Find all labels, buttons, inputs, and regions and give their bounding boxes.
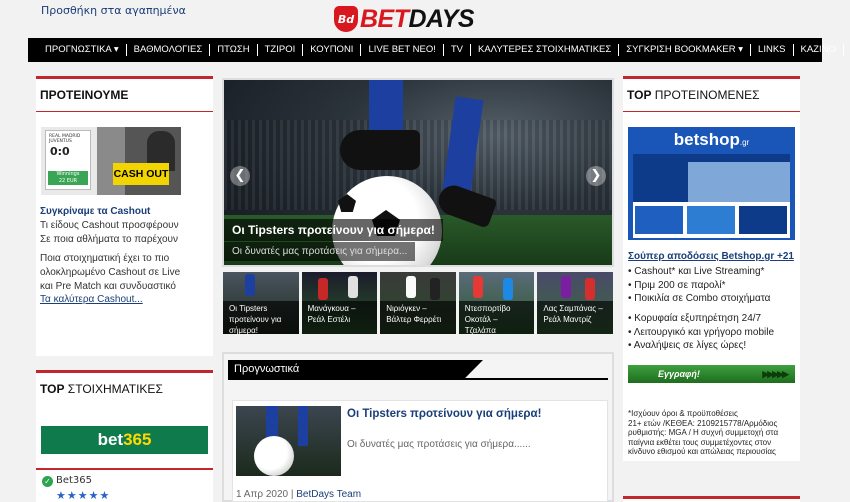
arrows-icon: ▶▶▶▶▶ [762,369,789,379]
logo-text: BETDAYS [360,4,475,33]
top-recommended-panel: TOP ΠΡΟΤΕΙΝΟΜΕΝΕΣ betshop.gr Σούπερ αποδ… [623,76,800,461]
add-to-favorites-link[interactable]: Προσθήκη στα αγαπημένα [41,4,186,17]
slider-thumb[interactable]: Νιριόγκεν – Βάλτερ Φερρέτι [380,272,456,334]
cashout-label: CASH OUT [113,163,169,185]
nav-standings[interactable]: ΒΑΘΜΟΛΟΓΙΕΣ [127,44,211,56]
article-excerpt: Οι δυνατές μας προτάσεις για σήμερα.....… [347,439,531,450]
feature-list-1: • Cashout* και Live Streaming* • Πριμ 20… [628,266,771,304]
slider-thumb[interactable]: Ντεσπορτίβο Οκοτάλ – Τζαλάπα [458,272,535,334]
betshop-logo: betshop.gr [673,130,750,149]
top-recommended-title: TOP ΠΡΟΤΕΙΝΟΜΕΝΕΣ [623,79,800,112]
betshop-banner[interactable]: betshop.gr [628,127,795,240]
cashout-compare-link[interactable]: Συγκρίναμε τα Cashout [40,206,150,217]
slider-thumbnails: Οι Tipsters προτείνουν για σήμερα! Μανάγ… [223,272,613,334]
next-panel-edge [623,496,800,502]
slider-thumb[interactable]: Οι Tipsters προτείνουν για σήμερα! [223,272,299,334]
featured-line: ολοκληρωμένο Cashout σε Live [40,267,181,278]
nav-casino[interactable]: ΚΑΖΙΝΟ [794,44,844,56]
slider-prev-arrow-icon[interactable]: ❮ [230,166,250,186]
nav-coupon[interactable]: ΚΟΥΠΟΝΙ [303,44,362,56]
slider-title[interactable]: Οι Tipsters προτείνουν για σήμερα! [224,219,443,241]
heading-underline [228,378,608,380]
nav-predictions[interactable]: ΠΡΟΓΝΩΣΤΙΚΑ ▾ [38,44,127,56]
feature-list-2: • Κορυφαία εξυπηρέτηση 24/7 • Λειτουργικ… [628,313,775,351]
nav-odds-drop[interactable]: ΠΤΩΣΗ [210,44,258,56]
logo-badge-icon: Bd [334,6,358,32]
divider [36,468,213,470]
nav-tv[interactable]: TV [444,44,471,56]
rating-stars: ★★★★★ [56,489,111,502]
betshop-offer-link[interactable]: Σούπερ αποδόσεις Betshop.gr +21 [628,251,794,262]
site-logo[interactable]: Bd BETDAYS [334,4,475,33]
slider-thumb[interactable]: Μανάγκουα – Ρεάλ Εστέλι [301,272,378,334]
main-nav: ΠΡΟΓΝΩΣΤΙΚΑ ▾ ΒΑΘΜΟΛΟΓΙΕΣ ΠΤΩΣΗ ΤΖΙΡΟΙ Κ… [28,38,844,62]
top-bookmakers-panel: TOP ΣΤΟΙΧΗΜΑΤΙΚΕΣ bet365 ✓ Bet365 ★★★★★ [36,370,213,502]
top-bookmakers-title: TOP ΣΤΟΙΧΗΜΑΤΙΚΕΣ [40,382,163,396]
article-date: 1 Απρ 2020 [236,489,289,500]
featured-panel: ΠΡΟΤΕΙΝΟΥΜΕ REAL MADRID JUVENTUS 0:0 Win… [36,76,213,356]
bookmaker-name: Bet365 [56,475,93,486]
cashout-promo-image[interactable]: REAL MADRID JUVENTUS 0:0 Winnings 22 EUR… [41,127,181,195]
featured-title: ΠΡΟΤΕΙΝΟΥΜΕ [36,79,213,112]
article-meta: 1 Απρ 2020 | BetDays Team [236,489,362,500]
article-title-link[interactable]: Οι Tipsters προτείνουν για σήμερα! [347,408,541,420]
player-boot [340,130,420,170]
phone-mockup: REAL MADRID JUVENTUS 0:0 Winnings 22 EUR [45,130,91,190]
nav-live-bet[interactable]: LIVE BET ΝΕΟ! [361,44,444,56]
register-button[interactable]: Εγγραφή! ▶▶▶▶▶ [628,365,795,383]
featured-line: και Pre Match και συνδυαστικό [40,281,176,292]
nav-bookmaker-compare[interactable]: ΣΥΓΚΡΙΣΗ BOOKMAKER ▾ [619,44,752,56]
article-thumbnail[interactable] [236,406,341,476]
slider-subtitle: Οι δυνατές μας προτάσεις για σήμερα... [224,242,416,261]
slider-thumb[interactable]: Λας Σαμπάνας – Ρεάλ Μαντρίζ [537,272,613,334]
featured-line: Ποια στοιχηματική έχει το πιο [40,253,170,264]
hero-slider[interactable]: ❮ ❯ Οι Tipsters προτείνουν για σήμερα! Ο… [222,78,614,267]
featured-line: Τι είδους Cashout προσφέρουν [40,220,179,231]
article-card: Οι Tipsters προτείνουν για σήμερα! Οι δυ… [232,400,608,502]
nav-links[interactable]: LINKS [751,44,794,56]
predictions-heading[interactable]: Προγνωστικά [228,360,483,378]
terms-text: *Ισχύουν όροι & προϋποθέσεις 21+ ετών /Κ… [628,409,779,456]
slider-next-arrow-icon[interactable]: ❯ [586,166,606,186]
top-bar: Προσθήκη στα αγαπημένα Bd BETDAYS [0,0,850,38]
best-cashout-link[interactable]: Τα καλύτερα Cashout... [40,294,143,305]
predictions-section: Προγνωστικά Οι Tipsters προτείνουν για σ… [222,352,614,502]
bet365-banner[interactable]: bet365 [41,426,208,454]
featured-line: Σε ποια αθλήματα το παρέχουν [40,234,178,245]
nav-turnover[interactable]: ΤΖΙΡΟΙ [258,44,304,56]
nav-best-bookmakers[interactable]: ΚΑΛΥΤΕΡΕΣ ΣΤΟΙΧΗΜΑΤΙΚΕΣ [471,44,620,56]
betshop-screenshot [633,154,790,238]
article-author-link[interactable]: BetDays Team [296,489,361,500]
check-icon: ✓ [42,476,53,487]
